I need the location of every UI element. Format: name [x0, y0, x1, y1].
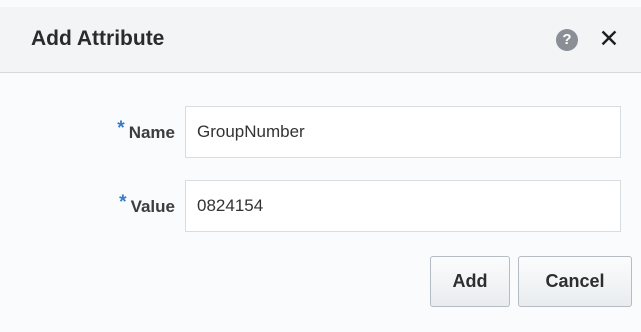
required-marker: * — [119, 192, 127, 213]
name-row: * Name — [0, 106, 641, 158]
close-icon[interactable]: ✕ — [596, 25, 622, 53]
dialog-header: Add Attribute ? ✕ — [0, 7, 641, 73]
name-label-text: Name — [128, 123, 175, 142]
dialog-title: Add Attribute — [31, 27, 165, 50]
value-label-text: Value — [130, 197, 175, 216]
value-input[interactable] — [185, 180, 621, 232]
dialog-body: *Name *Value Add Cancel — [0, 73, 641, 332]
cancel-button[interactable]: Cancel — [518, 256, 632, 307]
value-label: * Value — [119, 192, 175, 218]
value-row: * Value — [0, 180, 641, 232]
required-marker: * — [117, 118, 125, 139]
add-attribute-dialog: Add Attribute ? ✕ *Name *Value Add Cance… — [0, 0, 641, 332]
help-icon[interactable]: ? — [556, 29, 578, 51]
add-button[interactable]: Add — [430, 256, 510, 307]
name-input[interactable] — [185, 106, 621, 158]
name-label: * Name — [117, 118, 175, 144]
